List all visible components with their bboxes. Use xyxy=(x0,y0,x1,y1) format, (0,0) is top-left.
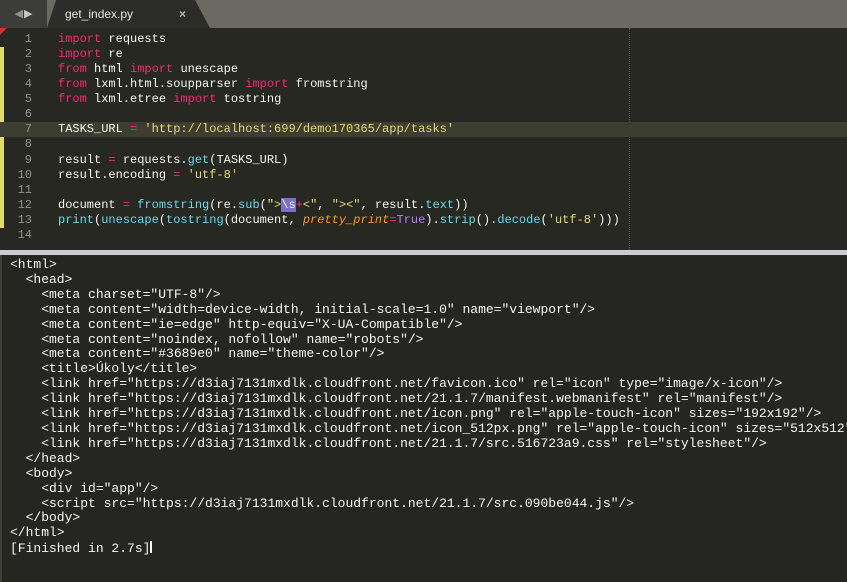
code-lines-container: 1import requests2import re3from html imp… xyxy=(0,32,847,243)
code-text xyxy=(32,107,58,121)
code-line[interactable]: 3from html import unescape xyxy=(0,62,847,77)
line-number: 8 xyxy=(0,137,32,152)
code-text xyxy=(32,137,58,151)
line-number: 13 xyxy=(0,213,32,228)
code-line[interactable]: 9result = requests.get(TASKS_URL) xyxy=(0,153,847,168)
console-line: <meta content="noindex, nofollow" name="… xyxy=(10,333,847,348)
console-line: </head> xyxy=(10,452,847,467)
code-text: result.encoding = 'utf-8' xyxy=(32,168,238,182)
console-line: <div id="app"/> xyxy=(10,482,847,497)
line-number: 4 xyxy=(0,77,32,92)
nav-back-icon[interactable]: ◀ xyxy=(15,0,23,28)
console-line: <link href="https://d3iaj7131mxdlk.cloud… xyxy=(10,422,847,437)
console-lines-container: <html> <head> <meta charset="UTF-8"/> <m… xyxy=(10,258,847,541)
code-line[interactable]: 7TASKS_URL = 'http://localhost:699/demo1… xyxy=(0,122,847,137)
line-number: 11 xyxy=(0,183,32,198)
line-number: 2 xyxy=(0,47,32,62)
console-line: <link href="https://d3iaj7131mxdlk.cloud… xyxy=(10,392,847,407)
console-line: <meta content="ie=edge" http-equiv="X-UA… xyxy=(10,318,847,333)
nav-forward-icon[interactable]: ▶ xyxy=(24,0,32,28)
console-line: </html> xyxy=(10,526,847,541)
code-line[interactable]: 14 xyxy=(0,228,847,243)
console-line: <link href="https://d3iaj7131mxdlk.cloud… xyxy=(10,377,847,392)
tab-nav-controls: ◀ ▶ xyxy=(0,0,47,28)
tab-title: get_index.py xyxy=(47,7,179,21)
console-line: <html> xyxy=(10,258,847,273)
code-line[interactable]: 11 xyxy=(0,183,847,198)
console-line: <body> xyxy=(10,467,847,482)
sublime-window: ◀ ▶ get_index.py × 1import requests2impo… xyxy=(0,0,847,582)
console-line: <meta content="#3689e0" name="theme-colo… xyxy=(10,347,847,362)
console-line: <script src="https://d3iaj7131mxdlk.clou… xyxy=(10,497,847,512)
line-number: 1 xyxy=(0,32,32,47)
code-text: TASKS_URL = 'http://localhost:699/demo17… xyxy=(32,122,454,136)
line-number: 3 xyxy=(0,62,32,77)
line-number: 7 xyxy=(0,122,32,137)
code-text: print(unescape(tostring(document, pretty… xyxy=(32,213,620,227)
console-line: </body> xyxy=(10,511,847,526)
status-text: [Finished in 2.7s] xyxy=(10,541,150,556)
line-number: 5 xyxy=(0,92,32,107)
console-line: <meta content="width=device-width, initi… xyxy=(10,303,847,318)
tab-bar: ◀ ▶ get_index.py × xyxy=(0,0,847,28)
build-output-panel[interactable]: <html> <head> <meta charset="UTF-8"/> <m… xyxy=(0,255,847,582)
code-text: import re xyxy=(32,47,123,61)
code-line[interactable]: 8 xyxy=(0,137,847,152)
console-line: <link href="https://d3iaj7131mxdlk.cloud… xyxy=(10,437,847,452)
code-text: from lxml.etree import tostring xyxy=(32,92,281,106)
line-number: 10 xyxy=(0,168,32,183)
code-line[interactable]: 10result.encoding = 'utf-8' xyxy=(0,168,847,183)
code-line[interactable]: 5from lxml.etree import tostring xyxy=(0,92,847,107)
line-number: 9 xyxy=(0,153,32,168)
code-line[interactable]: 1import requests xyxy=(0,32,847,47)
line-number: 12 xyxy=(0,198,32,213)
code-text xyxy=(32,228,58,242)
console-status-line: [Finished in 2.7s] xyxy=(10,541,847,557)
code-line[interactable]: 4from lxml.html.soupparser import fromst… xyxy=(0,77,847,92)
code-text: import requests xyxy=(32,32,166,46)
console-line: <title>Úkoly</title> xyxy=(10,362,847,377)
line-number: 14 xyxy=(0,228,32,243)
console-line: <meta charset="UTF-8"/> xyxy=(10,288,847,303)
code-line[interactable]: 12document = fromstring(re.sub(">\s+<", … xyxy=(0,198,847,213)
code-line[interactable]: 13print(unescape(tostring(document, pret… xyxy=(0,213,847,228)
code-text xyxy=(32,183,58,197)
code-editor[interactable]: 1import requests2import re3from html imp… xyxy=(0,28,847,250)
line-number: 6 xyxy=(0,107,32,122)
code-text: result = requests.get(TASKS_URL) xyxy=(32,153,288,167)
code-text: document = fromstring(re.sub(">\s+<", ">… xyxy=(32,198,469,212)
text-caret xyxy=(150,541,152,553)
tab-get-index-py[interactable]: get_index.py × xyxy=(47,0,210,28)
code-text: from lxml.html.soupparser import fromstr… xyxy=(32,77,368,91)
code-text: from html import unescape xyxy=(32,62,238,76)
code-line[interactable]: 2import re xyxy=(0,47,847,62)
console-line: <link href="https://d3iaj7131mxdlk.cloud… xyxy=(10,407,847,422)
code-line[interactable]: 6 xyxy=(0,107,847,122)
tab-close-icon[interactable]: × xyxy=(179,7,210,21)
console-line: <head> xyxy=(10,273,847,288)
